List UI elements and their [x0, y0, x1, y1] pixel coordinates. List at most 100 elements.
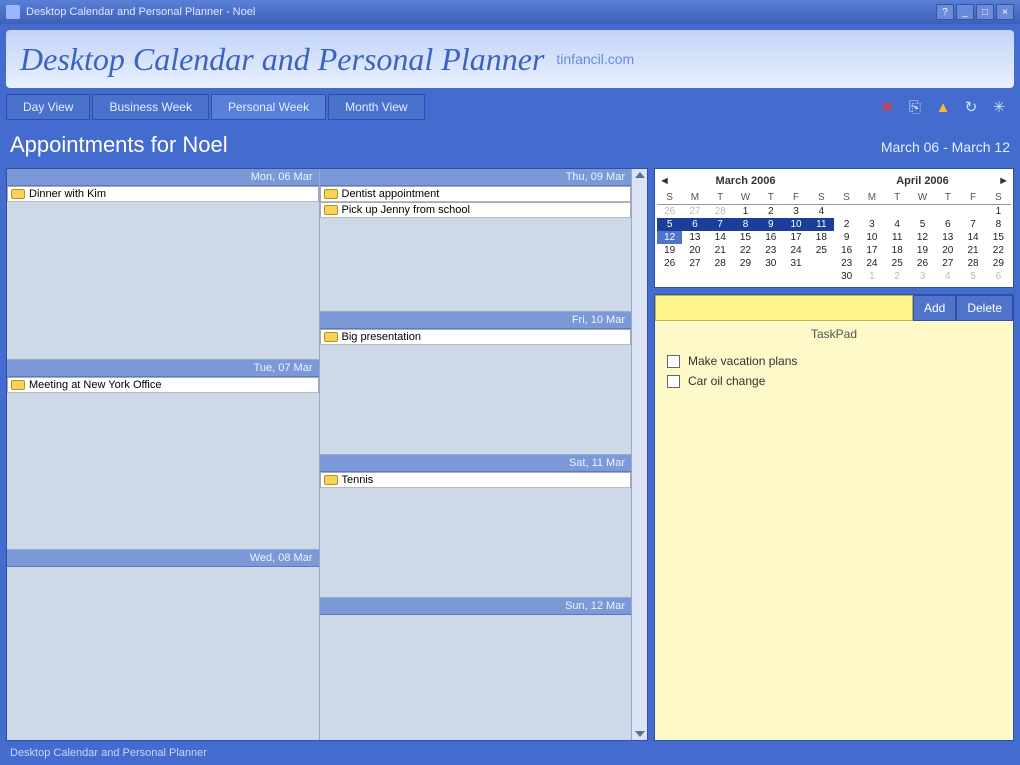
minical-day[interactable]: 13	[935, 231, 960, 244]
minical-day[interactable]: 30	[758, 257, 783, 270]
task-item[interactable]: Car oil change	[667, 371, 1001, 391]
minical-day[interactable]: 17	[783, 231, 808, 244]
minical-day[interactable]: 9	[834, 231, 859, 244]
minical-day[interactable]: 30	[834, 270, 859, 283]
minical-day[interactable]: 3	[910, 270, 935, 283]
appointment[interactable]: Meeting at New York Office	[7, 377, 319, 393]
minical-day[interactable]	[935, 205, 960, 218]
tab-business-week[interactable]: Business Week	[92, 94, 208, 120]
minical-day[interactable]: 10	[859, 231, 884, 244]
tool-icon-1[interactable]: ⎘	[906, 98, 924, 116]
minical-day[interactable]: 12	[657, 231, 682, 244]
appointment[interactable]: Dentist appointment	[320, 186, 632, 202]
minical-day[interactable]: 20	[682, 244, 707, 257]
minical-day[interactable]: 6	[935, 218, 960, 231]
minical-day[interactable]: 2	[834, 218, 859, 231]
day-cell[interactable]: Fri, 10 MarBig presentation	[320, 312, 632, 455]
minical-day[interactable]: 15	[733, 231, 758, 244]
minical-day[interactable]: 26	[910, 257, 935, 270]
minical-day[interactable]: 23	[758, 244, 783, 257]
minical-day[interactable]: 28	[708, 257, 733, 270]
minical-day[interactable]: 4	[809, 205, 834, 218]
help-button[interactable]: ?	[936, 4, 954, 20]
day-cell[interactable]: Sat, 11 MarTennis	[320, 455, 632, 598]
minical-day[interactable]: 22	[733, 244, 758, 257]
minical-day[interactable]: 8	[733, 218, 758, 231]
minical-day[interactable]: 5	[960, 270, 985, 283]
minical-day[interactable]: 28	[960, 257, 985, 270]
minical-day[interactable]: 26	[657, 257, 682, 270]
minical-day[interactable]: 2	[758, 205, 783, 218]
minical-day[interactable]: 27	[935, 257, 960, 270]
minical-grid-1[interactable]: SMTWTFS262728123456789101112131415161718…	[657, 191, 834, 270]
minical-day[interactable]: 20	[935, 244, 960, 257]
task-item[interactable]: Make vacation plans	[667, 351, 1001, 371]
minical-day[interactable]: 4	[935, 270, 960, 283]
appointment[interactable]: Dinner with Kim	[7, 186, 319, 202]
appointment[interactable]: Tennis	[320, 472, 632, 488]
minical-day[interactable]: 18	[885, 244, 910, 257]
minical-day[interactable]: 4	[885, 218, 910, 231]
minical-day[interactable]	[859, 205, 884, 218]
task-add-button[interactable]: Add	[913, 295, 956, 321]
minical-day[interactable]: 13	[682, 231, 707, 244]
day-cell[interactable]: Tue, 07 MarMeeting at New York Office	[7, 360, 319, 551]
task-delete-button[interactable]: Delete	[956, 295, 1013, 321]
minical-day[interactable]: 2	[885, 270, 910, 283]
minical-day[interactable]: 6	[682, 218, 707, 231]
minical-day[interactable]: 1	[986, 205, 1011, 218]
minical-day[interactable]: 6	[986, 270, 1011, 283]
minical-day[interactable]: 24	[859, 257, 884, 270]
minical-next[interactable]: ►	[998, 175, 1009, 187]
refresh-icon[interactable]: ↻	[962, 98, 980, 116]
minical-grid-2[interactable]: SMTWTFS123456789101112131415161718192021…	[834, 191, 1011, 283]
minical-day[interactable]: 19	[657, 244, 682, 257]
minical-day[interactable]: 1	[733, 205, 758, 218]
minical-day[interactable]	[960, 205, 985, 218]
minical-day[interactable]: 12	[910, 231, 935, 244]
minical-day[interactable]: 24	[783, 244, 808, 257]
minical-day[interactable]: 16	[758, 231, 783, 244]
minical-day[interactable]: 7	[708, 218, 733, 231]
appointment[interactable]: Pick up Jenny from school	[320, 202, 632, 218]
tab-day-view[interactable]: Day View	[6, 94, 90, 120]
warning-icon[interactable]: ▲	[934, 98, 952, 116]
minical-day[interactable]: 11	[885, 231, 910, 244]
minical-day[interactable]: 22	[986, 244, 1011, 257]
minical-day[interactable]: 19	[910, 244, 935, 257]
day-cell[interactable]: Wed, 08 Mar	[7, 550, 319, 740]
minical-day[interactable]: 5	[657, 218, 682, 231]
minical-day[interactable]: 18	[809, 231, 834, 244]
minical-day[interactable]: 10	[783, 218, 808, 231]
day-cell[interactable]: Thu, 09 MarDentist appointmentPick up Je…	[320, 169, 632, 312]
tool-icon-2[interactable]: ✳	[990, 98, 1008, 116]
minical-day[interactable]: 14	[960, 231, 985, 244]
minical-day[interactable]: 29	[986, 257, 1011, 270]
minical-day[interactable]: 27	[682, 205, 707, 218]
minical-day[interactable]: 27	[682, 257, 707, 270]
day-cell[interactable]: Mon, 06 MarDinner with Kim	[7, 169, 319, 360]
maximize-button[interactable]: □	[976, 4, 994, 20]
minical-day[interactable]: 21	[708, 244, 733, 257]
task-input[interactable]	[655, 295, 913, 321]
minical-day[interactable]	[910, 205, 935, 218]
minical-day[interactable]: 25	[809, 244, 834, 257]
close-button[interactable]: ×	[996, 4, 1014, 20]
minical-day[interactable]	[809, 257, 834, 270]
minical-day[interactable]: 3	[859, 218, 884, 231]
minical-day[interactable]: 7	[960, 218, 985, 231]
week-scrollbar[interactable]	[631, 169, 647, 740]
appointment[interactable]: Big presentation	[320, 329, 632, 345]
minical-day[interactable]: 16	[834, 244, 859, 257]
tab-month-view[interactable]: Month View	[328, 94, 424, 120]
delete-icon[interactable]: ✕	[878, 98, 896, 116]
task-checkbox[interactable]	[667, 375, 680, 388]
minical-day[interactable]: 28	[708, 205, 733, 218]
minical-day[interactable]: 26	[657, 205, 682, 218]
minimize-button[interactable]: _	[956, 4, 974, 20]
minical-day[interactable]: 23	[834, 257, 859, 270]
task-checkbox[interactable]	[667, 355, 680, 368]
minical-day[interactable]: 11	[809, 218, 834, 231]
minical-day[interactable]: 3	[783, 205, 808, 218]
tab-personal-week[interactable]: Personal Week	[211, 94, 326, 120]
